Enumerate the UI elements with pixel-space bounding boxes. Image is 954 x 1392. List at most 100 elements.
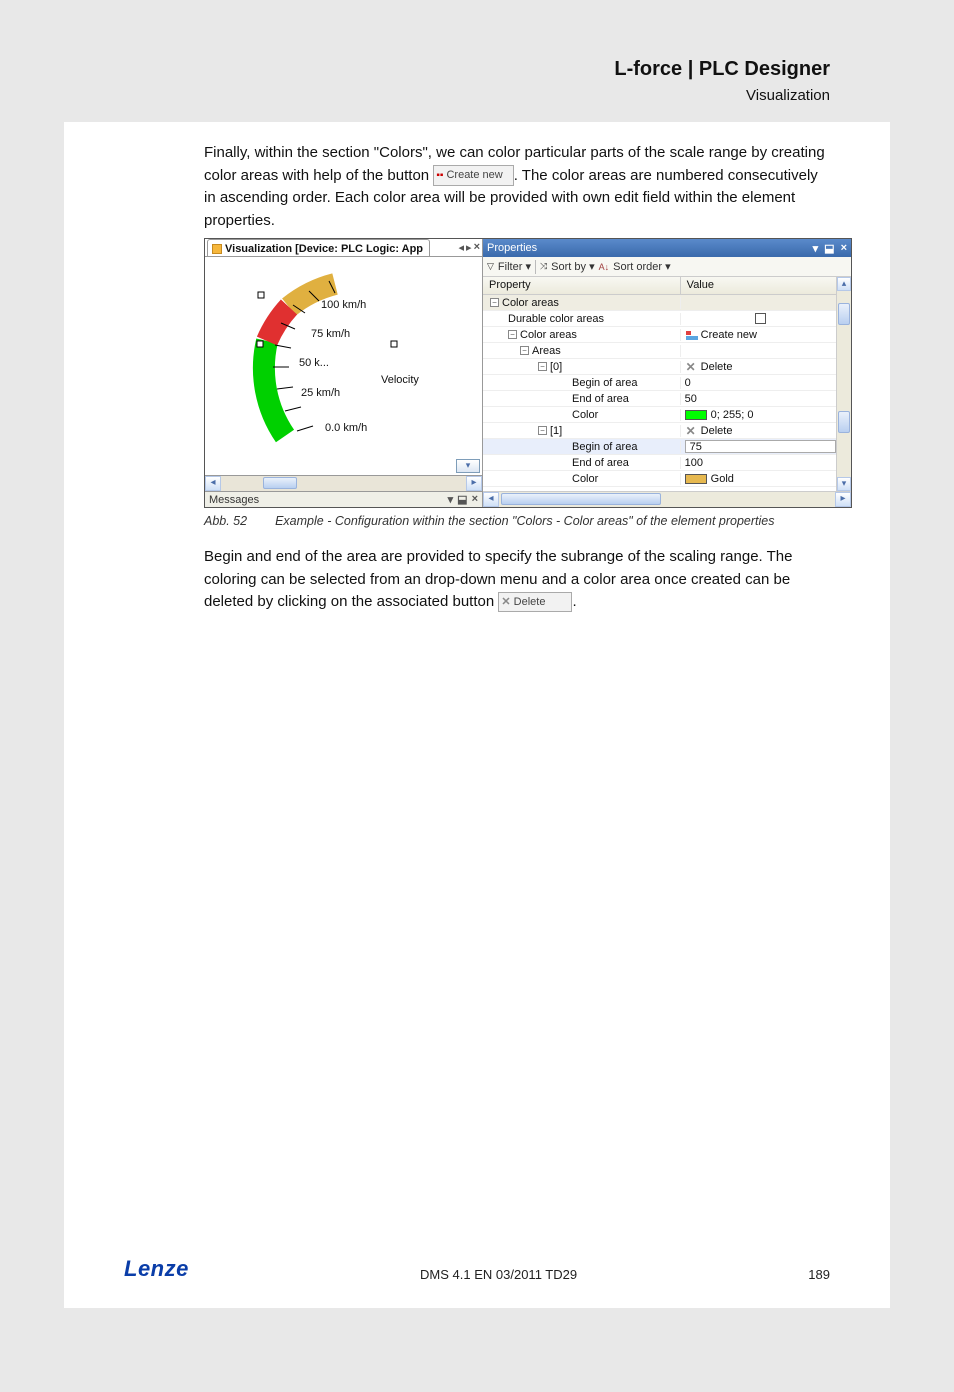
delete-label-1[interactable]: Delete [701, 425, 733, 437]
row-a1-color[interactable]: Color Gold [483, 471, 836, 487]
create-new-inline-button[interactable]: ▪▪ Create new [433, 165, 513, 186]
val-a1-end[interactable]: 100 [685, 457, 703, 469]
tab-close-icon[interactable]: × [474, 241, 480, 254]
vscroll-thumb-2[interactable] [838, 411, 850, 433]
messages-panel[interactable]: Messages ▾ ⬓ × [205, 491, 482, 507]
cell-a1-end: End of area [572, 457, 629, 469]
row-area-0[interactable]: −[0] ✕Delete [483, 359, 836, 375]
collapse-icon[interactable]: − [538, 362, 547, 371]
filter-button[interactable]: Filter ▾ [498, 260, 531, 273]
editor-hscrollbar[interactable]: ◂ ▸ [205, 475, 482, 491]
tab-next-icon[interactable]: ▸ [466, 241, 472, 254]
visualization-tab-label: Visualization [Device: PLC Logic: App [225, 243, 423, 255]
cell-a1-color: Color [572, 473, 598, 485]
tab-nav-controls: ◂ ▸ × [459, 241, 483, 254]
gauge-label-100: 100 km/h [321, 299, 366, 311]
properties-toolbar: ▽ Filter ▾ ⤨ Sort by ▾ A↓ Sort order ▾ [483, 257, 851, 277]
color-swatch-gold[interactable] [685, 474, 707, 484]
messages-close-icon[interactable]: × [472, 493, 478, 506]
scroll-down-icon[interactable]: ▾ [837, 477, 851, 491]
val-a0-begin[interactable]: 0 [685, 377, 691, 389]
gauge-label-50: 50 k... [299, 357, 329, 369]
column-value[interactable]: Value [681, 277, 836, 294]
delete-icon[interactable]: ✕ [685, 424, 697, 438]
delete-label[interactable]: Delete [701, 361, 733, 373]
gauge-label-velocity: Velocity [381, 374, 419, 386]
val-a0-end[interactable]: 50 [685, 393, 697, 405]
cell-a0-end: End of area [572, 393, 629, 405]
val-a1-begin-input[interactable]: 75 [685, 440, 836, 453]
cell-a1-begin: Begin of area [572, 441, 637, 453]
delete-icon[interactable]: ✕ [685, 360, 697, 374]
scroll-up-icon[interactable]: ▴ [837, 277, 851, 291]
properties-hscrollbar[interactable]: ◂ ▸ [483, 491, 851, 507]
vscroll-thumb-1[interactable] [838, 303, 850, 325]
row-areas[interactable]: −Areas [483, 343, 836, 359]
cell-a0-color: Color [572, 409, 598, 421]
sortby-button[interactable]: Sort by ▾ [551, 260, 594, 273]
chevron-down-icon: ▾ [525, 261, 531, 273]
cell-a1: [1] [550, 425, 562, 437]
properties-dropdown-icon[interactable]: ▾ [813, 242, 819, 255]
chevron-down-icon: ▾ [589, 261, 595, 273]
row-a1-end[interactable]: End of area 100 [483, 455, 836, 471]
create-new-inline-label: Create new [446, 169, 502, 181]
properties-title: Properties [487, 242, 537, 254]
properties-vscrollbar[interactable]: ▴ ▾ [837, 277, 851, 491]
chevron-down-icon: ▾ [665, 261, 671, 273]
sortorder-button[interactable]: Sort order ▾ [613, 260, 671, 273]
gauge-canvas[interactable]: 0.0 km/h 25 km/h 50 k... 75 km/h 100 km/… [205, 257, 482, 475]
cell-color-areas: Color areas [502, 297, 559, 309]
row-durable[interactable]: Durable color areas [483, 311, 836, 327]
properties-body: Property Value −Color areas Durable colo… [483, 277, 851, 491]
header-subtitle: Visualization [124, 87, 830, 104]
row-area-1[interactable]: −[1] ✕ Delete [483, 423, 836, 439]
scroll-right-icon[interactable]: ▸ [835, 492, 851, 507]
column-property[interactable]: Property [483, 277, 681, 294]
toolbar-separator [535, 260, 536, 274]
grid-header: Property Value [483, 277, 836, 295]
canvas-zoom-dropdown[interactable]: ▾ [456, 459, 480, 473]
hscroll-thumb[interactable] [263, 477, 297, 489]
properties-panel: Properties ▾ ⬓ × ▽ Filter ▾ ⤨ Sort by ▾ … [483, 239, 851, 507]
paragraph-2: Begin and end of the area are provided t… [64, 528, 890, 614]
header-title: L-force | PLC Designer [124, 58, 830, 81]
hscroll-track[interactable] [221, 476, 466, 491]
grid-rows: −Color areas Durable color areas −Color … [483, 295, 836, 487]
row-a0-color[interactable]: Color 0; 255; 0 [483, 407, 836, 423]
row-color-areas-section[interactable]: −Color areas [483, 295, 836, 311]
figure-caption: Abb. 52 Example - Configuration within t… [204, 514, 830, 528]
messages-dropdown-icon[interactable]: ▾ [448, 493, 454, 506]
messages-pin-icon[interactable]: ⬓ [457, 493, 467, 506]
color-swatch-green[interactable] [685, 410, 707, 420]
row-a1-begin[interactable]: Begin of area 75 [483, 439, 836, 455]
row-a0-end[interactable]: End of area 50 [483, 391, 836, 407]
properties-pin-icon[interactable]: ⬓ [824, 242, 834, 255]
cell-color-areas2: Color areas [520, 329, 577, 341]
collapse-icon[interactable]: − [490, 298, 499, 307]
para2-text-b: . [572, 593, 576, 610]
create-new-button[interactable]: Create new [685, 329, 757, 341]
scroll-left-icon[interactable]: ◂ [205, 476, 221, 491]
page-number: 189 [808, 1267, 830, 1282]
scroll-right-icon[interactable]: ▸ [466, 476, 482, 491]
collapse-icon[interactable]: − [538, 426, 547, 435]
page: L-force | PLC Designer Visualization Fin… [64, 42, 890, 1308]
scroll-left-icon[interactable]: ◂ [483, 492, 499, 507]
delete-inline-button[interactable]: ✕ Delete [498, 592, 572, 613]
gauge-label-0: 0.0 km/h [325, 422, 367, 434]
hscroll-track-props[interactable] [499, 492, 835, 507]
tab-prev-icon[interactable]: ◂ [459, 241, 465, 254]
collapse-icon[interactable]: − [508, 330, 517, 339]
visualization-tab[interactable]: Visualization [Device: PLC Logic: App [207, 239, 430, 256]
row-a0-begin[interactable]: Begin of area 0 [483, 375, 836, 391]
durable-checkbox[interactable] [755, 313, 766, 324]
collapse-icon[interactable]: − [520, 346, 529, 355]
row-color-areas[interactable]: −Color areas Create new [483, 327, 836, 343]
hscroll-thumb-props[interactable] [501, 493, 661, 505]
val-a0-color: 0; 255; 0 [711, 409, 754, 421]
vscroll-track[interactable] [837, 291, 851, 477]
sortby-icon: ⤨ [540, 261, 547, 272]
visualization-tab-icon [212, 244, 222, 254]
properties-close-icon[interactable]: × [841, 242, 847, 255]
